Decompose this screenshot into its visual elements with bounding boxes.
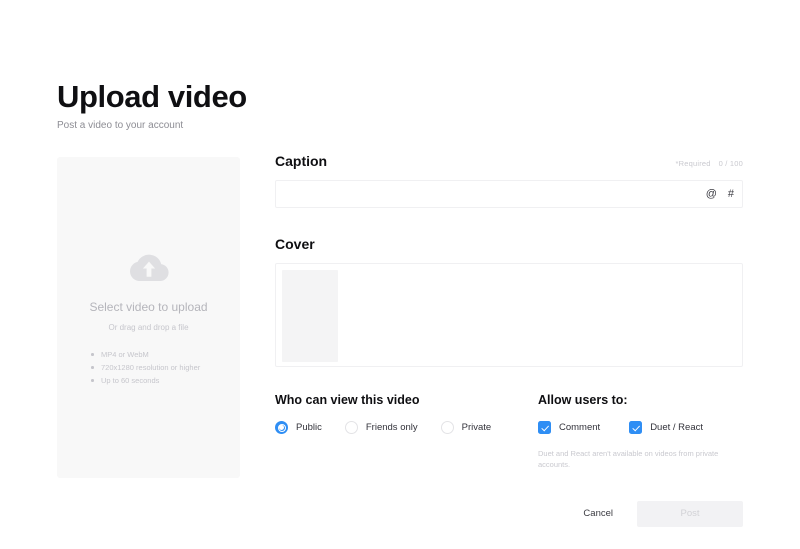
checkbox-indicator[interactable] [629,421,643,434]
list-item: 720x1280 resolution or higher [91,361,240,374]
cover-thumbnail[interactable] [282,270,338,362]
checkbox-label: Duet / React [650,422,703,433]
radio-indicator[interactable] [344,421,358,434]
caption-character-counter: 0 / 100 [718,159,743,168]
mention-icon[interactable]: @ [706,188,717,200]
cover-label: Cover [275,236,315,252]
page-header: Upload video Post a video to your accoun… [57,78,557,133]
upload-dropzone-subtitle: Or drag and drop a file [108,323,189,332]
caption-field-header: Caption *Required 0 / 100 [275,152,743,171]
radio-label: Friends only [365,422,418,433]
page-title: Upload video [57,79,247,114]
options-row: Who can view this video Public Friends o… [275,392,743,470]
list-item: MP4 or WebM [91,348,240,361]
cloud-upload-icon [129,254,169,281]
privacy-radio-group: Public Friends only Private [275,421,538,434]
cover-section: Cover [275,235,743,367]
radio-label: Public [296,422,322,433]
cover-selector[interactable] [275,263,743,367]
permissions-group: Allow users to: Comment Duet / React Due… [538,392,743,470]
page-subtitle: Post a video to your account [57,120,184,131]
privacy-settings-title: Who can view this video [275,393,420,407]
caption-input-wrapper[interactable]: @ # [275,180,743,208]
radio-option-friends-only[interactable]: Friends only [344,421,418,434]
caption-input[interactable] [284,181,695,207]
post-button[interactable]: Post [637,500,743,527]
video-upload-dropzone[interactable]: Select video to upload Or drag and drop … [57,157,240,478]
caption-meta: *Required 0 / 100 [676,158,744,170]
checkbox-option-duet-react[interactable]: Duet / React [629,421,703,434]
upload-video-page: Upload video Post a video to your accoun… [0,0,800,549]
hashtag-icon[interactable]: # [728,188,734,200]
caption-required-note: *Required [675,159,711,168]
caption-label: Caption [275,153,328,169]
permissions-checkbox-group: Comment Duet / React [538,421,743,434]
checkbox-label: Comment [559,422,601,433]
cancel-button[interactable]: Cancel [569,500,627,527]
checkbox-option-comment[interactable]: Comment [538,421,600,434]
list-item: Up to 60 seconds [91,374,240,387]
form-footer: Cancel Post [569,500,743,527]
radio-indicator[interactable] [440,421,454,434]
checkbox-indicator[interactable] [538,421,551,434]
radio-option-private[interactable]: Private [440,421,492,434]
upload-form: Caption *Required 0 / 100 @ # Cover Who c… [275,152,743,470]
upload-requirements-list: MP4 or WebM 720x1280 resolution or highe… [57,348,240,387]
radio-label: Private [461,422,492,433]
permissions-note: Duet and React aren't available on video… [538,449,719,469]
permissions-title: Allow users to: [538,393,628,407]
privacy-settings-group: Who can view this video Public Friends o… [275,392,538,470]
radio-indicator[interactable] [275,421,288,434]
upload-dropzone-title: Select video to upload [89,300,208,314]
radio-option-public[interactable]: Public [275,421,322,434]
